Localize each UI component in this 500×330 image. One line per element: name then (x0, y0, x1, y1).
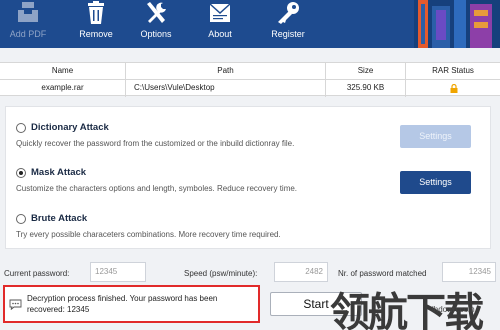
table-row[interactable]: example.rar C:\Users\Vule\Desktop 325.90… (0, 80, 500, 97)
header-name[interactable]: Name (0, 63, 126, 80)
inbox-tray-icon (18, 2, 38, 22)
key-icon (278, 2, 299, 24)
mask-settings-button[interactable]: Settings (400, 171, 471, 194)
trash-icon (88, 1, 104, 24)
header-rar-status[interactable]: RAR Status (406, 63, 500, 80)
row-rar-status (406, 80, 500, 97)
row-file-path: C:\Users\Vule\Desktop (126, 80, 326, 97)
dictionary-attack-radio[interactable] (16, 123, 26, 133)
dictionary-settings-button[interactable]: Settings (400, 125, 471, 148)
options-label: Options (140, 29, 172, 39)
attack-options-panel: Dictionary Attack Quickly recover the pa… (5, 106, 491, 249)
lock-icon (450, 84, 458, 93)
mask-attack-title: Mask Attack (31, 167, 87, 178)
row-file-name: example.rar (0, 80, 126, 97)
status-message-text: Decryption process finished. Your passwo… (27, 294, 218, 314)
tools-icon (147, 2, 166, 23)
envelope-icon (209, 3, 231, 22)
add-pdf-button[interactable]: Add PDF (8, 0, 48, 48)
remove-label: Remove (79, 29, 113, 39)
matched-field: 12345 (442, 262, 496, 282)
file-table: Name Path Size RAR Status example.rar C:… (0, 62, 500, 97)
dictionary-attack-title: Dictionary Attack (31, 122, 109, 133)
mask-attack-description: Customize the characters options and len… (16, 184, 298, 193)
about-label: About (208, 29, 232, 39)
current-password-label: Current password: (4, 269, 70, 278)
options-button[interactable]: Options (134, 0, 178, 48)
chat-bubble-icon (9, 299, 22, 310)
dictionary-attack-description: Quickly recover the password from the cu… (16, 139, 295, 148)
register-label: Register (271, 29, 305, 39)
mask-attack-radio[interactable] (16, 168, 26, 178)
speed-label: Speed (psw/minute): (184, 269, 258, 278)
status-message-box: Decryption process finished. Your passwo… (3, 285, 260, 323)
header-path[interactable]: Path (126, 63, 326, 80)
table-header: Name Path Size RAR Status (0, 63, 500, 80)
toolbar: Add PDF Remove Options About Register (0, 0, 500, 48)
brute-attack-radio[interactable] (16, 214, 26, 224)
brute-attack-title: Brute Attack (31, 213, 88, 224)
decorative-banner (414, 0, 500, 48)
matched-label: Nr. of password matched (338, 269, 427, 278)
speed-field: 2482 (274, 262, 328, 282)
register-button[interactable]: Register (266, 0, 310, 48)
add-pdf-label: Add PDF (9, 29, 47, 39)
about-button[interactable]: About (200, 0, 240, 48)
current-password-field: 12345 (90, 262, 146, 282)
brute-attack-description: Try every possible characeters combinati… (16, 230, 281, 239)
row-file-size: 325.90 KB (326, 80, 406, 97)
remove-button[interactable]: Remove (76, 0, 116, 48)
watermark-url: lhdown.com (432, 305, 475, 314)
header-size[interactable]: Size (326, 63, 406, 80)
